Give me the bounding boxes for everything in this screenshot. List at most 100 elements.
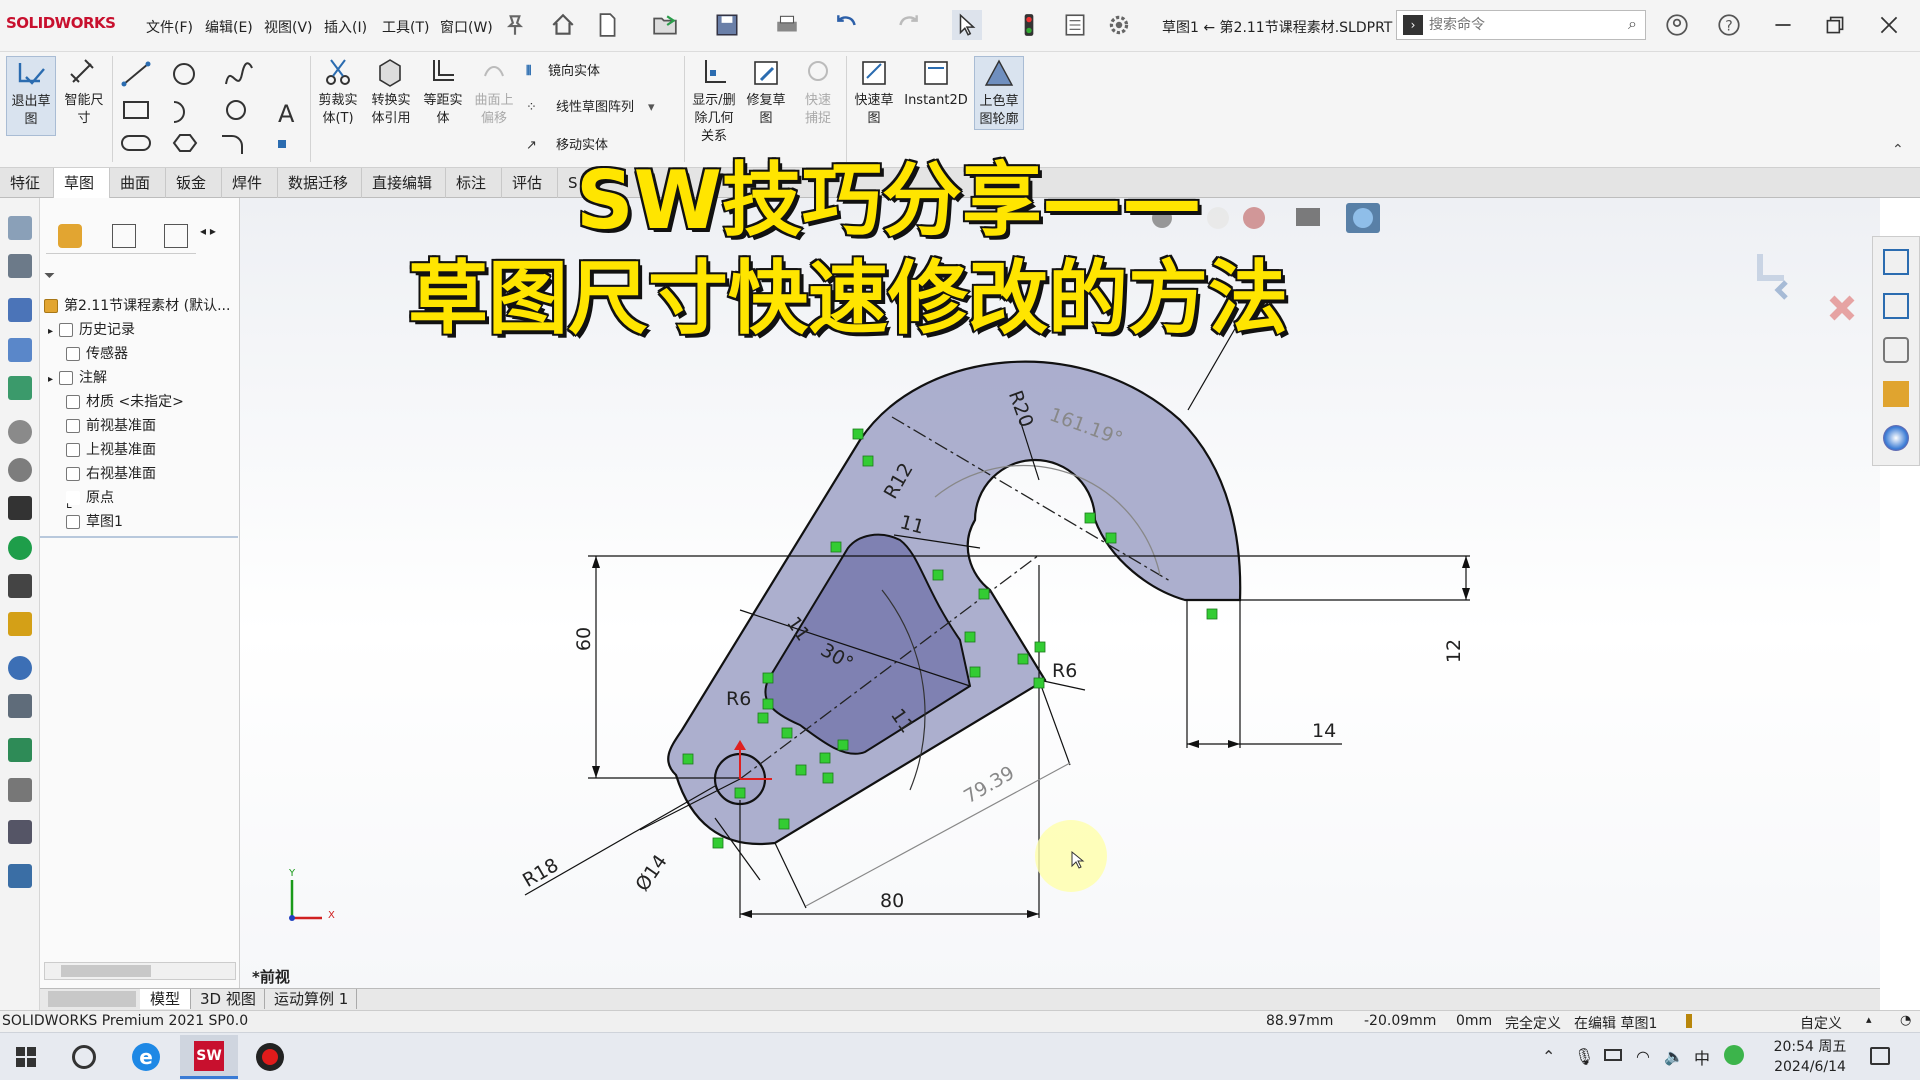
repair-sketch-button[interactable]: 修复草图 (742, 56, 790, 128)
relation-marker-icon[interactable] (795, 764, 807, 776)
relation-marker-icon[interactable] (830, 541, 842, 553)
appearances-icon[interactable] (1883, 425, 1909, 451)
relation-marker-icon[interactable] (1206, 608, 1218, 620)
collapse-ribbon-icon[interactable]: ⌃ (1892, 142, 1904, 158)
chevron-up-icon[interactable]: ▴ (1866, 1013, 1872, 1026)
windows-start-icon[interactable] (16, 1047, 36, 1067)
menu-tools[interactable]: 工具(T) (382, 17, 429, 37)
tab-evaluate[interactable]: 评估 (502, 168, 558, 198)
relation-marker-icon[interactable] (837, 739, 849, 751)
tab-motion-study[interactable]: 运动算例 1 (266, 989, 358, 1009)
relation-marker-icon[interactable] (822, 772, 834, 784)
security-tray-icon[interactable] (1724, 1045, 1744, 1065)
toolbar-icon-12[interactable] (8, 656, 32, 680)
toolbar-icon-11[interactable] (8, 612, 32, 636)
volume-icon[interactable]: 🔈 (1664, 1047, 1684, 1066)
offset-entities-button[interactable]: 等距实体 (420, 56, 466, 128)
tray-chevron-up-icon[interactable]: ⌃ (1542, 1047, 1555, 1066)
help-icon[interactable]: ? (1714, 10, 1744, 40)
scrollbar-thumb[interactable] (61, 965, 151, 977)
toolbar-icon-3[interactable] (8, 298, 32, 322)
dim-60[interactable]: 60 (573, 627, 595, 651)
relation-marker-icon[interactable] (712, 837, 724, 849)
exit-sketch-button[interactable]: 退出草图 (6, 56, 56, 136)
home-icon[interactable] (548, 10, 578, 40)
toolbar-icon-9[interactable] (8, 536, 32, 560)
relation-marker-icon[interactable] (1033, 677, 1045, 689)
tree-item-front-plane[interactable]: 前视基准面 (66, 414, 156, 438)
panel-scroll-arrows[interactable]: ◂ ▸ (200, 224, 216, 238)
toolbar-icon-17[interactable] (8, 864, 32, 888)
resources-icon[interactable] (1883, 249, 1909, 275)
notification-icon[interactable] (1870, 1047, 1890, 1065)
dim-14[interactable]: 14 (1312, 720, 1336, 742)
user-account-icon[interactable] (1662, 10, 1692, 40)
tab-3d-view[interactable]: 3D 视图 (192, 989, 265, 1009)
recorder-icon[interactable] (256, 1043, 284, 1071)
battery-icon[interactable] (1604, 1049, 1622, 1061)
ime-icon[interactable]: 中 (1694, 1045, 1710, 1069)
tab-surfaces[interactable]: 曲面 (110, 168, 166, 198)
tab-markup[interactable]: 标注 (446, 168, 502, 198)
property-manager-tab-icon[interactable] (112, 224, 136, 248)
quick-snaps-button[interactable]: 快速捕捉 (794, 56, 842, 128)
convert-entities-button[interactable]: 转换实体引用 (366, 56, 416, 128)
menu-file[interactable]: 文件(F) (146, 17, 193, 37)
tree-item-sketch1[interactable]: 草图1 (66, 510, 123, 534)
relation-marker-icon[interactable] (682, 753, 694, 765)
menu-view[interactable]: 视图(V) (264, 17, 313, 37)
dim-80[interactable]: 80 (880, 890, 904, 912)
options-gear-icon[interactable] (1104, 10, 1134, 40)
relation-marker-icon[interactable] (964, 631, 976, 643)
tree-root-part[interactable]: 第2.11节课程素材 (默认... (44, 294, 230, 318)
mirror-entities-button[interactable]: ⫴ 镜向实体 (526, 60, 600, 79)
rebuild-traffic-light-icon[interactable] (1014, 10, 1044, 40)
undo-icon[interactable] (832, 10, 862, 40)
tab-sketch[interactable]: 草图 (54, 168, 110, 198)
tree-item-material[interactable]: 材质 <未指定> (66, 390, 184, 414)
toolbar-icon-4[interactable] (8, 338, 32, 362)
toolbar-icon-1[interactable] (8, 216, 32, 240)
relation-marker-icon[interactable] (762, 698, 774, 710)
search-command-box[interactable]: › ⌕ (1396, 10, 1646, 40)
edge-browser-icon[interactable]: e (132, 1043, 160, 1071)
toolbar-icon-5[interactable] (8, 376, 32, 400)
relation-marker-icon[interactable] (1084, 512, 1096, 524)
relation-marker-icon[interactable] (819, 752, 831, 764)
redo-icon[interactable] (893, 10, 923, 40)
tree-item-right-plane[interactable]: 右视基准面 (66, 462, 156, 486)
offset-on-surface-button[interactable]: 曲面上偏移 (470, 56, 518, 128)
relation-marker-icon[interactable] (1105, 532, 1117, 544)
tab-sheet-metal[interactable]: 钣金 (166, 168, 222, 198)
relation-marker-icon[interactable] (757, 712, 769, 724)
save-icon[interactable] (712, 10, 742, 40)
tab-navigation-arrows[interactable] (48, 991, 136, 1007)
chevron-down-icon[interactable]: ▾ (648, 100, 655, 115)
design-library-home-icon[interactable] (1883, 293, 1909, 319)
relation-marker-icon[interactable] (969, 666, 981, 678)
show-relations-button[interactable]: 显示/删除几何关系 (690, 56, 740, 146)
tag-icon[interactable]: ◔ (1900, 1013, 1911, 1028)
tab-data-migration[interactable]: 数据迁移 (278, 168, 362, 198)
menu-insert[interactable]: 插入(I) (324, 17, 367, 37)
tree-item-top-plane[interactable]: 上视基准面 (66, 438, 156, 462)
new-document-icon[interactable] (592, 10, 622, 40)
relation-marker-icon[interactable] (778, 818, 790, 830)
menu-edit[interactable]: 编辑(E) (205, 17, 253, 37)
toolbar-icon-16[interactable] (8, 820, 32, 844)
gear-icon[interactable] (8, 420, 32, 444)
tree-item-sensors[interactable]: 传感器 (66, 342, 128, 366)
tab-model[interactable]: 模型 (140, 989, 192, 1009)
tab-direct-editing[interactable]: 直接编辑 (362, 168, 446, 198)
dim-12[interactable]: 12 (1443, 639, 1465, 663)
instant2d-button[interactable]: Instant2D (902, 56, 970, 110)
shaded-sketch-contours-button[interactable]: 上色草图轮廓 (974, 56, 1024, 130)
toolbar-icon-8[interactable] (8, 496, 32, 520)
configuration-manager-tab-icon[interactable] (164, 224, 188, 248)
dim-r6-right[interactable]: R6 (1052, 660, 1077, 682)
print-icon[interactable] (772, 10, 802, 40)
relation-marker-icon[interactable] (862, 455, 874, 467)
relation-marker-icon[interactable] (932, 569, 944, 581)
select-cursor-icon[interactable] (952, 10, 982, 40)
linear-pattern-button[interactable]: ⁘ 线性草图阵列 ▾ (526, 96, 655, 115)
